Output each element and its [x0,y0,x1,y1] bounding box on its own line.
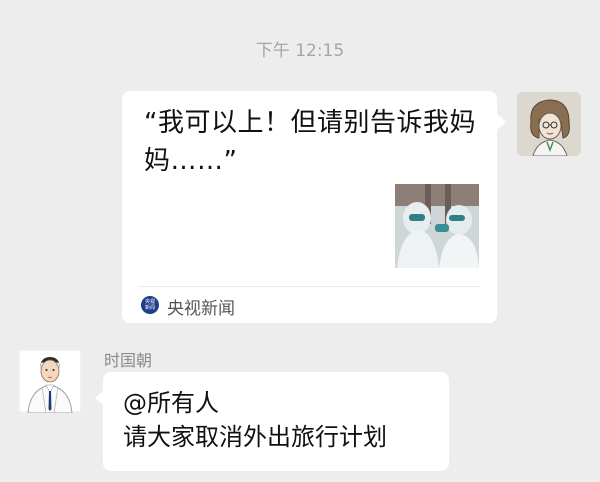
sketch-woman-avatar-icon [517,92,581,156]
sender-avatar[interactable] [18,349,82,413]
shared-article-card[interactable]: “我可以上！但请别告诉我妈妈……” 央视新闻 央视新闻 [122,91,497,323]
cctv-news-logo-icon: 央视新闻 [141,296,159,314]
sender-name: 时国朝 [104,351,153,370]
article-title: “我可以上！但请别告诉我妈妈……” [144,108,476,176]
source-logo-text: 央视新闻 [144,299,155,311]
card-divider [138,286,481,287]
card-tail [497,114,506,130]
chat-timestamp: 下午 12:15 [255,41,345,61]
article-source: 央视新闻 [167,299,235,319]
article-thumbnail [395,184,479,268]
self-avatar[interactable] [517,92,581,156]
message-bubble[interactable]: @所有人 请大家取消外出旅行计划 [103,372,449,471]
medical-staff-photo-icon [395,184,479,268]
message-text: 请大家取消外出旅行计划 [123,423,387,451]
message-mention: @所有人 [123,389,219,417]
doctor-avatar-icon [18,349,82,413]
